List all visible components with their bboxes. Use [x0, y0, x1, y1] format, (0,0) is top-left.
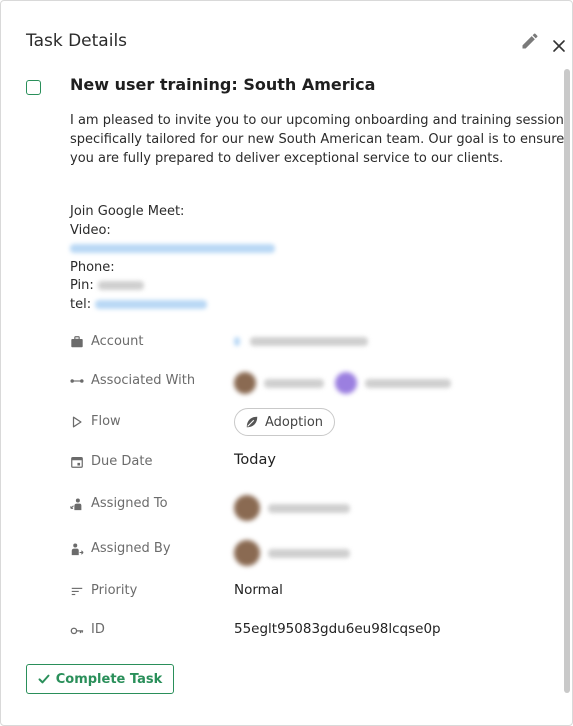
task-name: New user training: South America [70, 75, 376, 94]
join-meet-label: Join Google Meet: [70, 204, 185, 219]
field-id: ID 55eglt95083gdu6eu98lcqse0p [70, 619, 550, 641]
id-label: ID [91, 622, 105, 637]
pin-row: Pin: [70, 277, 275, 296]
flow-label: Flow [91, 414, 121, 429]
complete-task-label: Complete Task [55, 671, 163, 687]
phone-label: Phone: [70, 259, 115, 275]
pin-value [97, 281, 144, 290]
flow-value: Adoption [265, 414, 324, 430]
leaf-icon [246, 416, 258, 428]
calendar-icon [71, 457, 83, 468]
assigned-to-label: Assigned To [91, 496, 168, 511]
complete-task-button[interactable]: Complete Task [26, 664, 174, 694]
video-link-row [70, 240, 275, 259]
id-value: 55eglt95083gdu6eu98lcqse0p [234, 621, 441, 637]
field-account: Account [70, 331, 550, 353]
assigned-by-user[interactable] [234, 540, 351, 566]
video-label: Video: [70, 222, 111, 238]
flow-chip[interactable]: Adoption [234, 408, 336, 436]
priority-value[interactable]: Normal [234, 582, 283, 598]
sort-lines-icon [71, 587, 83, 596]
tel-row: tel: [70, 296, 275, 315]
field-assigned-by: Assigned By [70, 538, 550, 566]
checkmark-icon [38, 674, 50, 684]
priority-label: Priority [91, 583, 138, 598]
field-assigned-to: Assigned To [70, 493, 550, 521]
avatar [234, 372, 256, 394]
field-associated-with: Associated With [70, 370, 550, 394]
field-due-date: Due Date Today [70, 451, 550, 473]
avatar [334, 372, 357, 394]
key-icon [70, 627, 84, 635]
user-arrow-in-icon [70, 498, 82, 511]
associated-with-label: Associated With [91, 373, 196, 388]
close-icon[interactable] [551, 38, 567, 54]
field-flow: Flow Adoption [70, 408, 550, 436]
meeting-info: Join Google Meet: Video: Phone: Pin: tel… [70, 203, 275, 314]
avatar [234, 495, 260, 521]
link-nodes-icon [70, 379, 84, 383]
tel-link[interactable] [95, 299, 208, 309]
associated-contacts[interactable] [234, 372, 451, 394]
pin-label: Pin: [70, 278, 94, 293]
video-link[interactable] [70, 244, 275, 253]
task-complete-checkbox[interactable] [26, 80, 41, 95]
task-details-panel: Task Details New user training: South Am… [0, 0, 573, 726]
user-arrow-out-icon [71, 543, 84, 556]
briefcase-icon [71, 336, 83, 348]
due-date-label: Due Date [91, 454, 153, 469]
avatar [234, 540, 260, 566]
task-description: I am pleased to invite you to our upcomi… [70, 113, 565, 166]
panel-title: Task Details [26, 31, 128, 51]
assigned-by-label: Assigned By [91, 541, 171, 556]
account-value[interactable] [234, 333, 369, 349]
play-outline-icon [72, 416, 82, 428]
field-priority: Priority Normal [70, 580, 550, 602]
pencil-icon[interactable] [520, 31, 540, 51]
due-date-value[interactable]: Today [234, 452, 276, 468]
assigned-to-user[interactable] [234, 495, 351, 521]
account-label: Account [91, 334, 144, 349]
tel-label: tel: [70, 296, 92, 312]
